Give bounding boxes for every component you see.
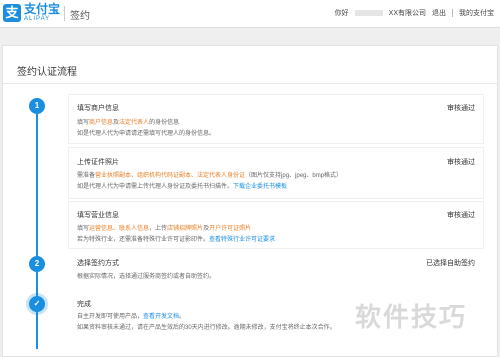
desc-text: ，上传 [149,226,168,232]
step-desc: 如是代理人代为申请需上传代理人身份证及委托书扫描件。下载企业委托书模板 [77,181,287,190]
step-desc: 需准备营业执照副本、组织机构代码证副本、法定代表人身份证（图片仅支持jpg、jp… [77,170,342,179]
step-title: 填写商户信息 [77,105,119,112]
step-desc: 如是代理人代为申请请还需填写代理人的身份信息。 [77,131,216,137]
step-desc: 填写商户信息及法定代表人的身份信息 [77,117,179,126]
step-title: 上传证件照片 [77,159,119,166]
greeting-text: 你好 [334,10,349,17]
download-template-link[interactable]: 下载企业委托书模板 [233,184,287,190]
desc-text: 自主开发即可使用产品， [77,314,144,320]
highlight-text: 店铺招牌照片 [167,226,204,232]
dev-docs-link[interactable]: 查看开发文档 [143,314,179,320]
desc-text: 。 [179,314,186,320]
desc-text: 需准备 [77,173,96,179]
step-desc: 自主开发即可使用产品，查看开发文档。 [77,311,185,320]
step-desc: 填写运营信息、联系人信息，上传店铺招牌照片及开户许可证照片 [77,223,251,232]
step-title: 填写营业信息 [77,212,119,219]
page-title: 签约认证流程 [17,67,77,78]
status-badge: 已选择自助签约 [426,260,475,267]
step-node-complete-icon: ✓ [29,296,45,312]
company-name: XX有限公司 [388,10,426,17]
header-title: 签约 [70,11,90,22]
alipay-logo-icon[interactable]: 支 [3,4,21,22]
desc-text: 的身份信息 [149,120,180,126]
top-header: 支 支付宝 ALIPAY 签约 你好 XX有限公司 退出 我的支付宝 [0,0,500,28]
logo-name: 支付宝 [24,2,61,16]
highlight-text: 运营信息、联系人信息 [89,226,150,232]
timeline-line [36,106,38,349]
step-business-info: 填写营业信息 审核通过 填写运营信息、联系人信息，上传店铺招牌照片及开户许可证照… [68,201,484,249]
highlight-text: 营业执照副本、组织机构代码证副本、法定代表人身份证 [95,173,246,179]
nav-divider [452,9,453,17]
step-node-2: 2 [29,256,45,272]
highlight-text: 法定代表人 [119,120,150,126]
status-badge: 审核通过 [447,212,475,219]
special-permit-link[interactable]: 查看特殊行业许可证要求 [209,237,275,243]
step-merchant-info: 填写商户信息 审核通过 填写商户信息及法定代表人的身份信息 如是代理人代为申请请… [68,94,484,144]
logout-link[interactable]: 退出 [432,8,446,18]
status-badge: 审核通过 [447,159,475,166]
highlight-text: 开户许可证照片 [209,226,252,232]
my-alipay-link[interactable]: 我的支付宝 [459,8,494,18]
step-title: 完成 [77,301,91,308]
step-signing-method: 选择签约方式 已选择自助签约 根据实际情况，选择通过服务商签约或者自助签约。 [68,252,484,284]
highlight-text: 商户信息 [89,120,114,126]
watermark-text: 软件技巧 [355,302,468,332]
redacted-username [354,10,383,16]
desc-text: 填写 [77,226,90,232]
header-divider [64,6,65,21]
step-desc: 如果资料审核未通过，请在产品生效后的30天内进行修改。逾期未修改，支付宝将终止本… [77,325,336,331]
logo-subtitle: ALIPAY [24,16,51,22]
desc-text: 如是代理人代为申请需上传代理人身份证及委托书扫描件。 [77,184,234,190]
step-desc: 根据实际情况，选择通过服务商签约或者自助签约。 [77,274,216,280]
desc-text: 填写 [77,120,90,126]
title-divider [3,83,497,84]
step-upload-documents: 上传证件照片 审核通过 需准备营业执照副本、组织机构代码证副本、法定代表人身份证… [68,147,484,199]
step-desc: 若为特殊行业，还需准备特殊行业许可证影印件。查看特殊行业许可证要求 [77,234,275,243]
desc-text: 若为特殊行业，还需准备特殊行业许可证影印件。 [77,237,210,243]
status-badge: 审核通过 [447,105,475,112]
desc-text: （图片仅支持jpg、jpeg、bmp格式） [245,173,343,179]
step-title: 选择签约方式 [77,260,119,267]
header-user-nav: 你好 XX有限公司 退出 我的支付宝 [335,8,494,18]
step-node-1: 1 [29,98,45,114]
